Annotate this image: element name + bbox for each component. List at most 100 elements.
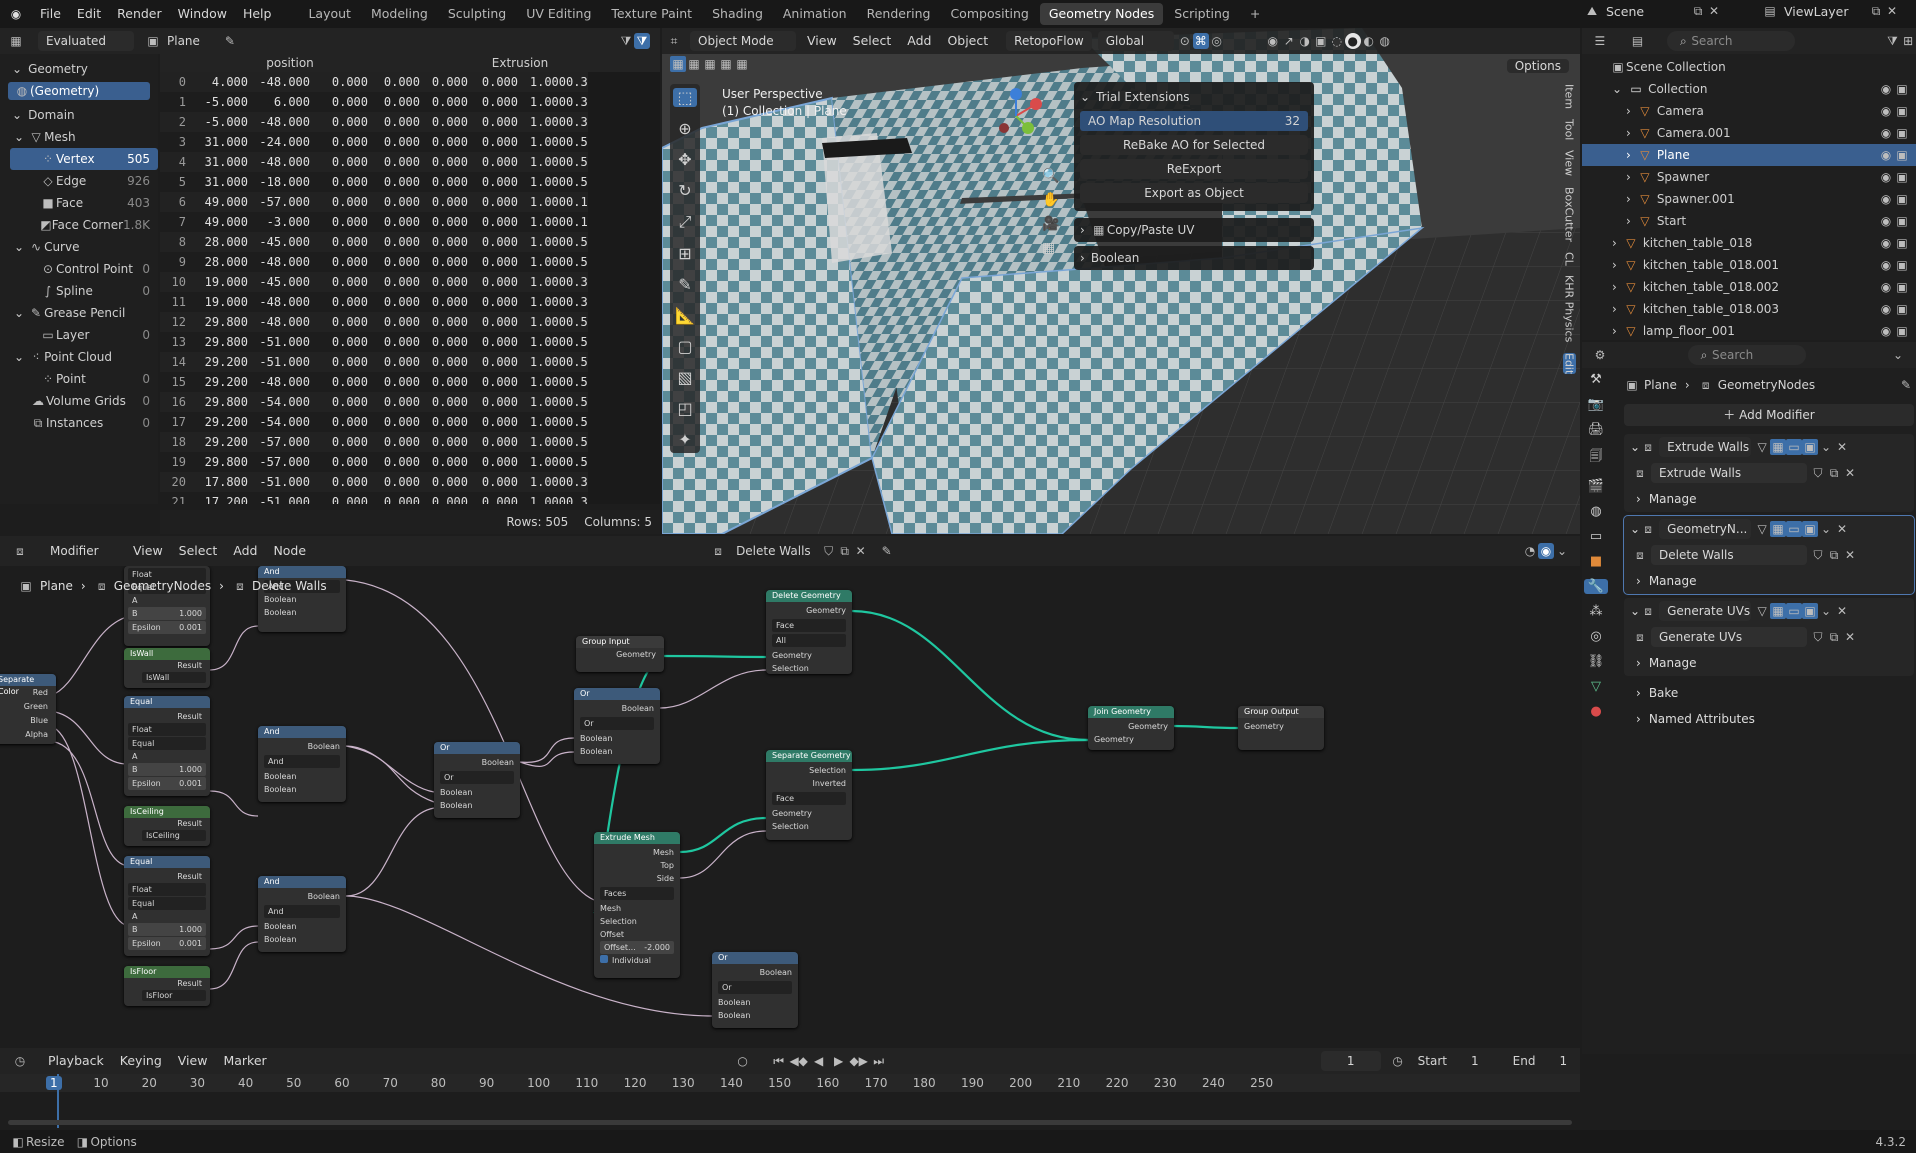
render-toggle-icon[interactable]: ▣ (1894, 279, 1910, 295)
start-frame-field[interactable]: 1 (1471, 1054, 1479, 1068)
expand-arrow-icon[interactable]: › (1612, 258, 1617, 272)
timeline-scrollbar[interactable] (8, 1120, 1572, 1125)
node-group-selector[interactable]: ⧈ Extrude Walls ⛉ ⧉ ✕ (1624, 460, 1914, 486)
viewport-menu-view[interactable]: View (799, 28, 845, 55)
extra-tool-icon[interactable]: ✦ (678, 430, 691, 449)
expand-arrow-icon[interactable]: › (1626, 192, 1631, 206)
transform-orientation-dropdown[interactable]: Global (1097, 31, 1174, 51)
tab-scripting[interactable]: Scripting (1165, 3, 1239, 25)
modifier-header[interactable]: ⌄ ⧈ Extrude Walls ▽ ▦ ▭ ▣ ⌄ ✕ (1624, 434, 1914, 460)
properties-search[interactable]: ⌕ Search (1688, 345, 1806, 365)
outliner-item[interactable]: › ▽ kitchen_table_018.001 ◉ ▣ (1582, 254, 1916, 276)
menu-file[interactable]: File (32, 0, 69, 28)
collection-tab-icon[interactable]: ▭ (1590, 529, 1602, 544)
snapping-icon[interactable]: ◉ (1538, 543, 1554, 559)
tab-shading[interactable]: Shading (703, 3, 772, 25)
domain-face-corner[interactable]: ◩ Face Corner 1.8K (0, 214, 158, 236)
render-toggle-icon[interactable]: ▣ (1894, 235, 1910, 251)
wireframe-shading-icon[interactable]: ◌ (1329, 33, 1345, 49)
outliner-item[interactable]: › ▽ Spawner ◉ ▣ (1582, 166, 1916, 188)
separate-geometry-node[interactable]: Separate Geometry Selection Inverted Fac… (766, 750, 852, 840)
collapse-arrow-icon[interactable]: ⌄ (1630, 604, 1640, 618)
or-node-2[interactable]: Or Boolean Or Boolean Boolean (574, 688, 660, 764)
domain-control-point[interactable]: ⊙ Control Point 0 (0, 258, 158, 280)
domain-section[interactable]: ⌄ Domain (0, 104, 158, 126)
measure-tool-icon[interactable]: 📐 (675, 306, 695, 325)
domain-layer[interactable]: ▭ Layer 0 (0, 324, 158, 346)
fake-user-icon[interactable]: ⛉ (821, 543, 837, 559)
node-group-selector[interactable]: ⧈ Generate UVs ⛉ ⧉ ✕ (1624, 624, 1914, 650)
outliner-item[interactable]: › ▽ lamp_floor_001 ◉ ▣ (1582, 320, 1916, 340)
add-workspace-button[interactable]: + (1241, 3, 1269, 25)
retopoflow-button[interactable]: RetopoFlow (1006, 31, 1092, 51)
cage-toggle-icon[interactable]: ▦ (1770, 521, 1787, 537)
collapse-arrow-icon[interactable]: ⌄ (1630, 440, 1640, 454)
current-frame-field[interactable]: 1 (1320, 1051, 1381, 1071)
options-button[interactable]: Options (1504, 56, 1572, 76)
boolean-panel[interactable]: › Boolean (1074, 246, 1314, 270)
viewport-menu-add[interactable]: Add (899, 28, 939, 55)
duplicate-icon[interactable]: ⧉ (1826, 465, 1842, 481)
rotate-tool-icon[interactable]: ↻ (678, 181, 691, 200)
boxcutter-tool-icon[interactable]: ▧ (677, 368, 692, 387)
tab-view[interactable]: View (1563, 150, 1576, 176)
node-editor-type-icon[interactable]: ⧈ (12, 543, 28, 559)
timeline-ruler[interactable]: 1 10 20 30 40 50 60 70 80 90 100 110 120 130 140 150 160… (0, 1074, 1580, 1092)
expand-arrow-icon[interactable]: › (1612, 280, 1617, 294)
render-toggle-icon[interactable]: ▣ (1894, 169, 1910, 185)
rendered-shading-icon[interactable]: ◍ (1377, 33, 1393, 49)
view-layer-selector[interactable]: ▤ ViewLayer ⧉ ✕ (1762, 3, 1900, 19)
scale-tool-icon[interactable]: ⤢ (679, 212, 692, 232)
menu-window[interactable]: Window (170, 0, 235, 28)
modifier-header[interactable]: ⌄ ⧈ GeometryN... ▽ ▦ ▭ ▣ ⌄ ✕ (1624, 516, 1914, 542)
select-intersect-icon[interactable]: ▦ (734, 56, 750, 72)
xray-icon[interactable]: ▣ (1313, 33, 1329, 49)
or-node-1[interactable]: Or Boolean Or Boolean Boolean (434, 742, 520, 818)
evaluation-mode-dropdown[interactable]: Evaluated (38, 31, 134, 51)
timeline-menu-view[interactable]: View (170, 1047, 216, 1075)
visibility-eye-icon[interactable]: ◉ (1878, 213, 1894, 229)
delete-view-layer-icon[interactable]: ✕ (1884, 3, 1900, 19)
move-tool-icon[interactable]: ✥ (678, 150, 691, 169)
tab-cl[interactable]: CL (1563, 252, 1576, 266)
node-tree-name[interactable]: Delete Walls (736, 544, 811, 558)
node-menu-node[interactable]: Node (265, 537, 314, 565)
select-extend-icon[interactable]: ▦ (686, 56, 702, 72)
domain-spline[interactable]: ∫ Spline 0 (0, 280, 158, 302)
material-shading-icon[interactable]: ◐ (1361, 33, 1377, 49)
tab-khr-physics[interactable]: KHR Physics (1563, 275, 1576, 342)
separate-color-node[interactable]: Separate Color Red Green Blue Alpha (0, 674, 56, 744)
outliner-item[interactable]: › ▽ kitchen_table_018.003 ◉ ▣ (1582, 298, 1916, 320)
pan-icon[interactable]: ✋ (1042, 192, 1059, 208)
selection-filter-icon[interactable]: ⧩ (633, 33, 650, 49)
timeline-menu-marker[interactable]: Marker (215, 1047, 274, 1075)
modifier-context-dropdown[interactable]: Modifier (42, 541, 122, 561)
preview-range-icon[interactable]: ◷ (1390, 1053, 1406, 1069)
domain-instances[interactable]: ⧉ Instances 0 (0, 412, 158, 434)
node-options-icon[interactable]: ⌄ (1554, 543, 1570, 559)
visibility-eye-icon[interactable]: ◉ (1878, 257, 1894, 273)
tab-geometry-nodes[interactable]: Geometry Nodes (1039, 3, 1164, 25)
geometry-section[interactable]: ⌄ Geometry (0, 58, 158, 80)
filter-icon[interactable]: ⧩ (618, 33, 634, 49)
viewport-toggle-icon[interactable]: ▭ (1786, 603, 1803, 619)
pivot-icon[interactable]: ⊙ (1177, 33, 1193, 49)
menu-help[interactable]: Help (235, 0, 280, 28)
scene-collection[interactable]: ▣ Scene Collection (1582, 56, 1916, 78)
copy-paste-uv-panel[interactable]: › ▦ Copy/Paste UV (1074, 218, 1314, 242)
tab-boxcutter[interactable]: BoxCutter (1563, 187, 1576, 242)
dropdown-icon[interactable]: ⌄ (1818, 521, 1834, 537)
visibility-eye-icon[interactable]: ◉ (1878, 235, 1894, 251)
world-tab-icon[interactable]: ◍ (1590, 504, 1601, 519)
render-toggle-icon[interactable]: ▣ (1802, 603, 1819, 619)
solid-shading-icon[interactable]: ● (1344, 33, 1361, 49)
tab-layout[interactable]: Layout (299, 3, 360, 25)
modifier-name-field[interactable]: Generate UVs (1659, 601, 1752, 621)
new-scene-icon[interactable]: ⧉ (1690, 3, 1706, 19)
hops-tool-icon[interactable]: ◰ (677, 399, 692, 418)
fake-user-icon[interactable]: ⛉ (1810, 465, 1826, 481)
tab-texture-paint[interactable]: Texture Paint (602, 3, 701, 25)
unlink-icon[interactable]: ✕ (1842, 629, 1858, 645)
visibility-eye-icon[interactable]: ◉ (1878, 279, 1894, 295)
render-toggle-icon[interactable]: ▣ (1894, 257, 1910, 273)
